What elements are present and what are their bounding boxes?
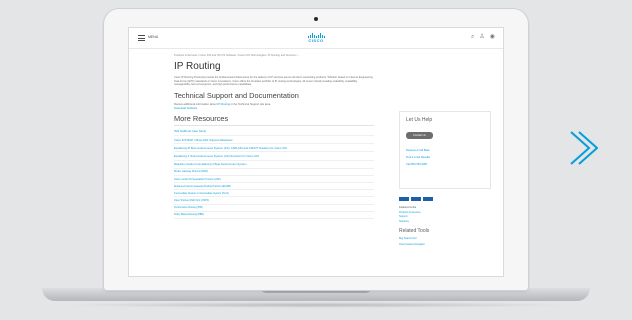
cisco-logo-wordmark: CISCO <box>308 38 324 43</box>
menu-label[interactable]: MENU <box>148 35 158 39</box>
right-rail: Let Us Help Contact Us Request a Call Ba… <box>399 111 494 246</box>
resource-link[interactable]: Cisco IOS BGP 4 Byte ASN Support Datashe… <box>174 136 374 145</box>
globe-icon[interactable]: ◉ <box>490 34 495 41</box>
related-tools-title: Related Tools <box>399 227 430 234</box>
hamburger-menu-icon[interactable] <box>138 35 145 41</box>
help-link-callback[interactable]: Request a Call Back <box>406 149 484 152</box>
resource-link[interactable]: Open Shortest Path First (OSPF) <box>174 197 374 205</box>
resource-link[interactable]: Explaining 4 Octet Autonomous System (AS… <box>174 152 374 161</box>
breadcrumb[interactable]: Products & Services / Cisco IOS and NX-O… <box>174 54 496 59</box>
resource-link[interactable]: ISIS NetBook Case Study <box>174 128 374 136</box>
header-icons: ⌕ ♙ ◉ <box>471 34 495 41</box>
user-icon[interactable]: ♙ <box>479 34 484 41</box>
featured-links-label: Featured Links <box>399 206 417 209</box>
rail-link-solutions[interactable]: Solutions <box>399 220 494 223</box>
support-text: Review additional information about IP R… <box>174 102 272 106</box>
social-buttons <box>399 197 494 201</box>
resource-link[interactable]: Performance Routing (PfR) <box>174 205 374 212</box>
laptop-shadow <box>62 302 570 308</box>
cisco-logo[interactable]: CISCO <box>302 33 330 45</box>
help-link-phone[interactable]: Call 800-553-6387 <box>406 163 484 166</box>
linkedin-icon[interactable] <box>423 197 433 201</box>
twitter-icon[interactable] <box>411 197 421 201</box>
resource-link[interactable]: Migration Guide for Explaining 4 Byte Au… <box>174 161 374 169</box>
rail-link-support[interactable]: Support <box>399 215 494 218</box>
tool-link-feature-navigator[interactable]: Cisco Feature Navigator <box>399 243 494 246</box>
support-topic-link[interactable]: IP Routing <box>217 103 230 106</box>
resources-list: ISIS NetBook Case Study Cisco IOS BGP 4 … <box>174 128 374 220</box>
site-header: MENU CISCO ⌕ ♙ ◉ <box>129 28 503 49</box>
chevron-right-icon[interactable] <box>568 130 598 166</box>
help-link-reseller[interactable]: Find a Local Reseller <box>406 156 484 159</box>
help-title: Let Us Help <box>406 117 433 123</box>
laptop-lid: MENU CISCO ⌕ ♙ ◉ Products & Services / C… <box>103 8 529 291</box>
camera-icon <box>314 17 318 21</box>
search-icon[interactable]: ⌕ <box>471 34 474 41</box>
resource-link[interactable]: Border Gateway Protocol (BGP) <box>174 169 374 176</box>
resource-link[interactable]: Cisco Locator ID Separation Protocol (LI… <box>174 176 374 184</box>
resource-link[interactable]: Enhanced Interior Gateway Routing Protoc… <box>174 183 374 191</box>
resource-link[interactable]: Explaining IP Byte Autonomous System (AS… <box>174 144 374 153</box>
intro-paragraph: Cisco IP Routing Protocols provide the f… <box>174 76 373 87</box>
page-title: IP Routing <box>174 61 221 72</box>
support-heading: Technical Support and Documentation <box>174 90 299 100</box>
facebook-icon[interactable] <box>399 197 409 201</box>
tool-link-bug-search[interactable]: Bug Search Tool <box>399 237 494 240</box>
rail-link-products[interactable]: Products & Services <box>399 211 494 214</box>
download-software-link[interactable]: Download Software <box>174 107 496 110</box>
resource-link[interactable]: Policy Based Routing (PBR) <box>174 212 374 220</box>
laptop-screen: MENU CISCO ⌕ ♙ ◉ Products & Services / C… <box>129 28 503 276</box>
resource-link[interactable]: Intermediate System to Intermediate Syst… <box>174 190 374 198</box>
help-box: Let Us Help Contact Us Request a Call Ba… <box>399 111 491 189</box>
contact-us-button[interactable]: Contact Us <box>406 132 433 139</box>
divider <box>174 124 374 126</box>
